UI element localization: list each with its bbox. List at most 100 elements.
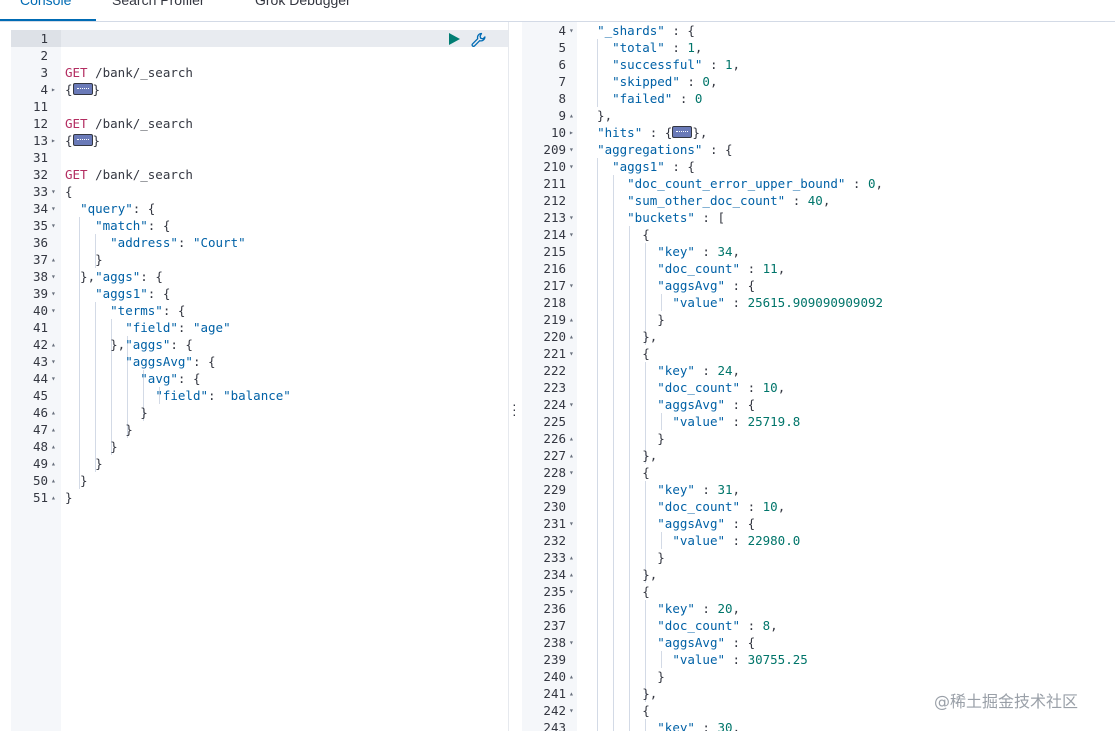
wrench-icon[interactable] <box>471 32 487 48</box>
line-number: 42 <box>32 337 48 352</box>
code-token: 0 <box>702 74 710 89</box>
code-token: 25719.8 <box>747 414 801 429</box>
code-token: : { <box>725 397 756 412</box>
fold-toggle-icon[interactable]: ▾ <box>569 345 574 362</box>
fold-toggle-icon[interactable]: ▴ <box>569 107 574 124</box>
fold-toggle-icon[interactable]: ▴ <box>51 455 56 472</box>
line-number: 232 <box>543 533 566 548</box>
tab-grok-debugger[interactable]: Grok Debugger <box>255 0 351 8</box>
code-token: } <box>92 133 101 148</box>
fold-toggle-icon[interactable]: ▴ <box>569 430 574 447</box>
fold-toggle-icon[interactable]: ▾ <box>569 702 574 719</box>
fold-toggle-icon[interactable]: ▴ <box>569 549 574 566</box>
fold-toggle-icon[interactable]: ▸ <box>51 132 56 149</box>
line-number: 231 <box>543 516 566 531</box>
code-token: /bank/_search <box>87 65 193 80</box>
fold-toggle-icon[interactable]: ▴ <box>569 311 574 328</box>
fold-toggle-icon[interactable]: ▴ <box>569 447 574 464</box>
code-token: , <box>709 74 718 89</box>
collapsed-block-icon[interactable] <box>72 83 93 95</box>
code-token: /bank/_search <box>87 167 193 182</box>
tab-search-profiler[interactable]: Search Profiler <box>112 0 205 8</box>
pane-divider[interactable] <box>508 22 522 731</box>
request-editor[interactable]: 1 2 3 GET /bank/_search 4 ▸{} 11 12 GET /bank/_s… <box>11 30 508 731</box>
code-token: }, <box>582 108 613 123</box>
code-text: "aggsAvg" : { <box>582 515 755 532</box>
code-token: , <box>732 720 741 731</box>
fold-toggle-icon[interactable]: ▴ <box>51 336 56 353</box>
fold-toggle-icon[interactable]: ▴ <box>569 685 574 702</box>
code-token: "doc_count" <box>657 499 741 514</box>
fold-toggle-icon[interactable]: ▾ <box>51 353 56 370</box>
collapsed-block-icon[interactable] <box>72 134 93 146</box>
fold-toggle-icon[interactable]: ▾ <box>569 583 574 600</box>
active-tab-indicator <box>0 19 96 21</box>
fold-toggle-icon[interactable]: ▴ <box>51 489 56 506</box>
fold-toggle-icon[interactable]: ▾ <box>51 217 56 234</box>
fold-toggle-icon[interactable]: ▴ <box>51 251 56 268</box>
fold-toggle-icon[interactable]: ▴ <box>569 566 574 583</box>
code-token: }, <box>65 269 96 284</box>
fold-toggle-icon[interactable]: ▾ <box>569 396 574 413</box>
fold-toggle-icon[interactable]: ▾ <box>51 302 56 319</box>
code-token: : { <box>147 286 171 301</box>
fold-toggle-icon[interactable]: ▾ <box>569 634 574 651</box>
code-token: GET <box>65 167 88 182</box>
code-token: 22980.0 <box>747 533 801 548</box>
fold-toggle-icon[interactable]: ▴ <box>51 438 56 455</box>
code-token: : <box>208 388 224 403</box>
code-text: }, <box>582 447 657 464</box>
fold-toggle-icon[interactable]: ▾ <box>569 226 574 243</box>
code-token: , <box>694 40 703 55</box>
fold-toggle-icon[interactable]: ▾ <box>569 209 574 226</box>
code-token: "_shards" <box>597 23 665 38</box>
code-token: : { <box>725 516 756 531</box>
code-text: "hits" : {}, <box>582 124 707 141</box>
fold-toggle-icon[interactable]: ▾ <box>569 22 574 39</box>
code-token: } <box>582 669 665 684</box>
code-token: { <box>65 184 73 199</box>
code-token: : { <box>725 278 756 293</box>
code-token: { <box>582 346 650 361</box>
tab-console[interactable]: Console <box>20 0 71 8</box>
collapsed-block-icon[interactable] <box>672 126 693 138</box>
code-token: "aggsAvg" <box>657 635 725 650</box>
code-token: , <box>732 482 741 497</box>
fold-toggle-icon[interactable]: ▸ <box>569 124 574 141</box>
fold-toggle-icon[interactable]: ▴ <box>569 668 574 685</box>
code-token: : <box>740 618 763 633</box>
line-number: 7 <box>558 74 566 89</box>
fold-toggle-icon[interactable]: ▾ <box>51 285 56 302</box>
line-number: 40 <box>32 303 48 318</box>
fold-toggle-icon[interactable]: ▾ <box>51 183 56 200</box>
fold-toggle-icon[interactable]: ▾ <box>569 158 574 175</box>
code-text: "field": "age" <box>65 319 230 336</box>
code-text: "doc_count" : 11, <box>582 260 785 277</box>
fold-toggle-icon[interactable]: ▾ <box>51 268 56 285</box>
fold-toggle-icon[interactable]: ▾ <box>51 200 56 217</box>
code-token: : { <box>192 354 216 369</box>
code-token: GET <box>65 65 88 80</box>
fold-toggle-icon[interactable]: ▴ <box>569 328 574 345</box>
code-text: } <box>582 668 665 685</box>
fold-toggle-icon[interactable]: ▴ <box>51 421 56 438</box>
fold-toggle-icon[interactable]: ▾ <box>569 141 574 158</box>
fold-toggle-icon[interactable]: ▾ <box>51 370 56 387</box>
code-token: : { <box>664 23 695 38</box>
fold-toggle-icon[interactable]: ▾ <box>569 277 574 294</box>
drag-handle-icon[interactable]: · · · <box>512 397 517 421</box>
fold-toggle-icon[interactable]: ▸ <box>51 81 56 98</box>
fold-toggle-icon[interactable]: ▾ <box>569 464 574 481</box>
code-token: } <box>582 431 665 446</box>
fold-toggle-icon[interactable]: ▾ <box>569 515 574 532</box>
fold-toggle-icon[interactable]: ▴ <box>51 472 56 489</box>
play-icon[interactable] <box>447 32 461 46</box>
fold-toggle-icon[interactable]: ▴ <box>51 404 56 421</box>
code-token: } <box>65 473 88 488</box>
